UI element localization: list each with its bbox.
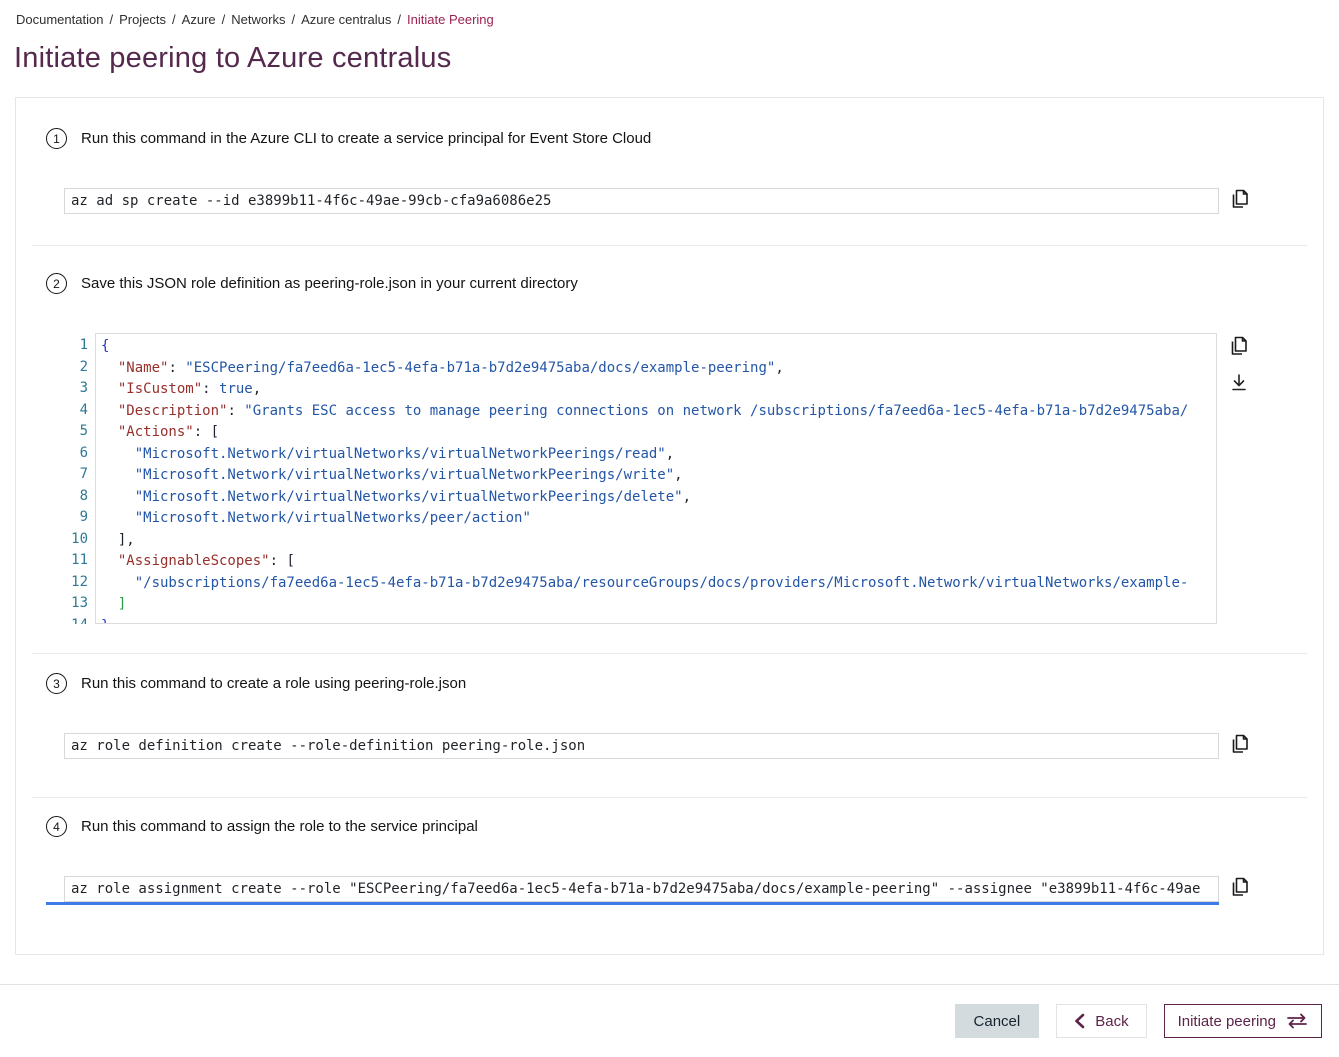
divider [32, 653, 1307, 654]
back-button[interactable]: Back [1056, 1004, 1146, 1038]
divider [32, 245, 1307, 246]
breadcrumb-item-projects[interactable]: Projects [119, 12, 166, 27]
step3-code-box[interactable]: az role definition create --role-definit… [64, 733, 1219, 759]
step1-header: 1 Run this command in the Azure CLI to c… [46, 128, 1293, 149]
divider [32, 797, 1307, 798]
page-title: Initiate peering to Azure centralus [14, 42, 1339, 75]
step3-copy-button[interactable] [1230, 733, 1250, 755]
step4-copy-button[interactable] [1230, 876, 1250, 898]
breadcrumb-item-azure[interactable]: Azure [182, 12, 216, 27]
step2-json-row: 1234567891011121314 { "Name": "ESCPeerin… [64, 333, 1293, 624]
breadcrumb-item-documentation[interactable]: Documentation [16, 12, 103, 27]
breadcrumb-item-networks[interactable]: Networks [231, 12, 285, 27]
step2-number-badge: 2 [46, 273, 67, 294]
step3-code-row: az role definition create --role-definit… [64, 733, 1293, 759]
download-icon [1229, 372, 1249, 394]
copy-icon [1229, 335, 1249, 357]
chevron-left-icon [1074, 1013, 1085, 1029]
step2-label: Save this JSON role definition as peerin… [81, 275, 578, 292]
page: Documentation / Projects / Azure / Netwo… [0, 0, 1339, 1057]
step3-number-badge: 3 [46, 673, 67, 694]
breadcrumb-separator: / [291, 12, 295, 27]
step4-label: Run this command to assign the role to t… [81, 818, 478, 835]
breadcrumb-separator: / [222, 12, 226, 27]
step3-label: Run this command to create a role using … [81, 675, 466, 692]
breadcrumb-item-azure-centralus[interactable]: Azure centralus [301, 12, 391, 27]
json-code-content[interactable]: { "Name": "ESCPeering/fa7eed6a-1ec5-4efa… [95, 333, 1217, 624]
horizontal-scrollbar[interactable] [46, 902, 1219, 905]
json-editor[interactable]: 1234567891011121314 { "Name": "ESCPeerin… [64, 333, 1217, 624]
transfer-arrows-icon [1286, 1013, 1308, 1029]
wizard-card: 1 Run this command in the Azure CLI to c… [15, 97, 1324, 955]
copy-icon [1230, 876, 1250, 898]
breadcrumb: Documentation / Projects / Azure / Netwo… [0, 0, 1339, 27]
step4-number-badge: 4 [46, 816, 67, 837]
back-button-label: Back [1095, 1013, 1128, 1030]
breadcrumb-separator: / [172, 12, 176, 27]
step1-code-row: az ad sp create --id e3899b11-4f6c-49ae-… [64, 188, 1293, 214]
step2-header: 2 Save this JSON role definition as peer… [46, 273, 1293, 294]
breadcrumb-item-initiate-peering: Initiate Peering [407, 12, 494, 27]
footer-buttons: Cancel Back Initiate peering [955, 1004, 1322, 1038]
step4-header: 4 Run this command to assign the role to… [46, 816, 1293, 837]
step1-number-badge: 1 [46, 128, 67, 149]
cancel-button-label: Cancel [974, 1013, 1021, 1030]
footer-divider [0, 984, 1339, 985]
initiate-peering-button-label: Initiate peering [1178, 1013, 1276, 1030]
step2-copy-button[interactable] [1229, 335, 1249, 357]
copy-icon [1230, 733, 1250, 755]
step4-code-box[interactable]: az role assignment create --role "ESCPee… [64, 876, 1219, 902]
json-line-gutter: 1234567891011121314 [64, 333, 88, 624]
step3-header: 3 Run this command to create a role usin… [46, 673, 1293, 694]
step4-code-row: az role assignment create --role "ESCPee… [64, 876, 1293, 902]
step1-copy-button[interactable] [1230, 188, 1250, 210]
initiate-peering-button[interactable]: Initiate peering [1164, 1004, 1322, 1038]
step1-code-box[interactable]: az ad sp create --id e3899b11-4f6c-49ae-… [64, 188, 1219, 214]
json-actions [1228, 333, 1250, 394]
breadcrumb-separator: / [397, 12, 401, 27]
step2-download-button[interactable] [1229, 372, 1249, 394]
step1-label: Run this command in the Azure CLI to cre… [81, 130, 651, 147]
breadcrumb-separator: / [109, 12, 113, 27]
cancel-button[interactable]: Cancel [955, 1004, 1040, 1038]
copy-icon [1230, 188, 1250, 210]
